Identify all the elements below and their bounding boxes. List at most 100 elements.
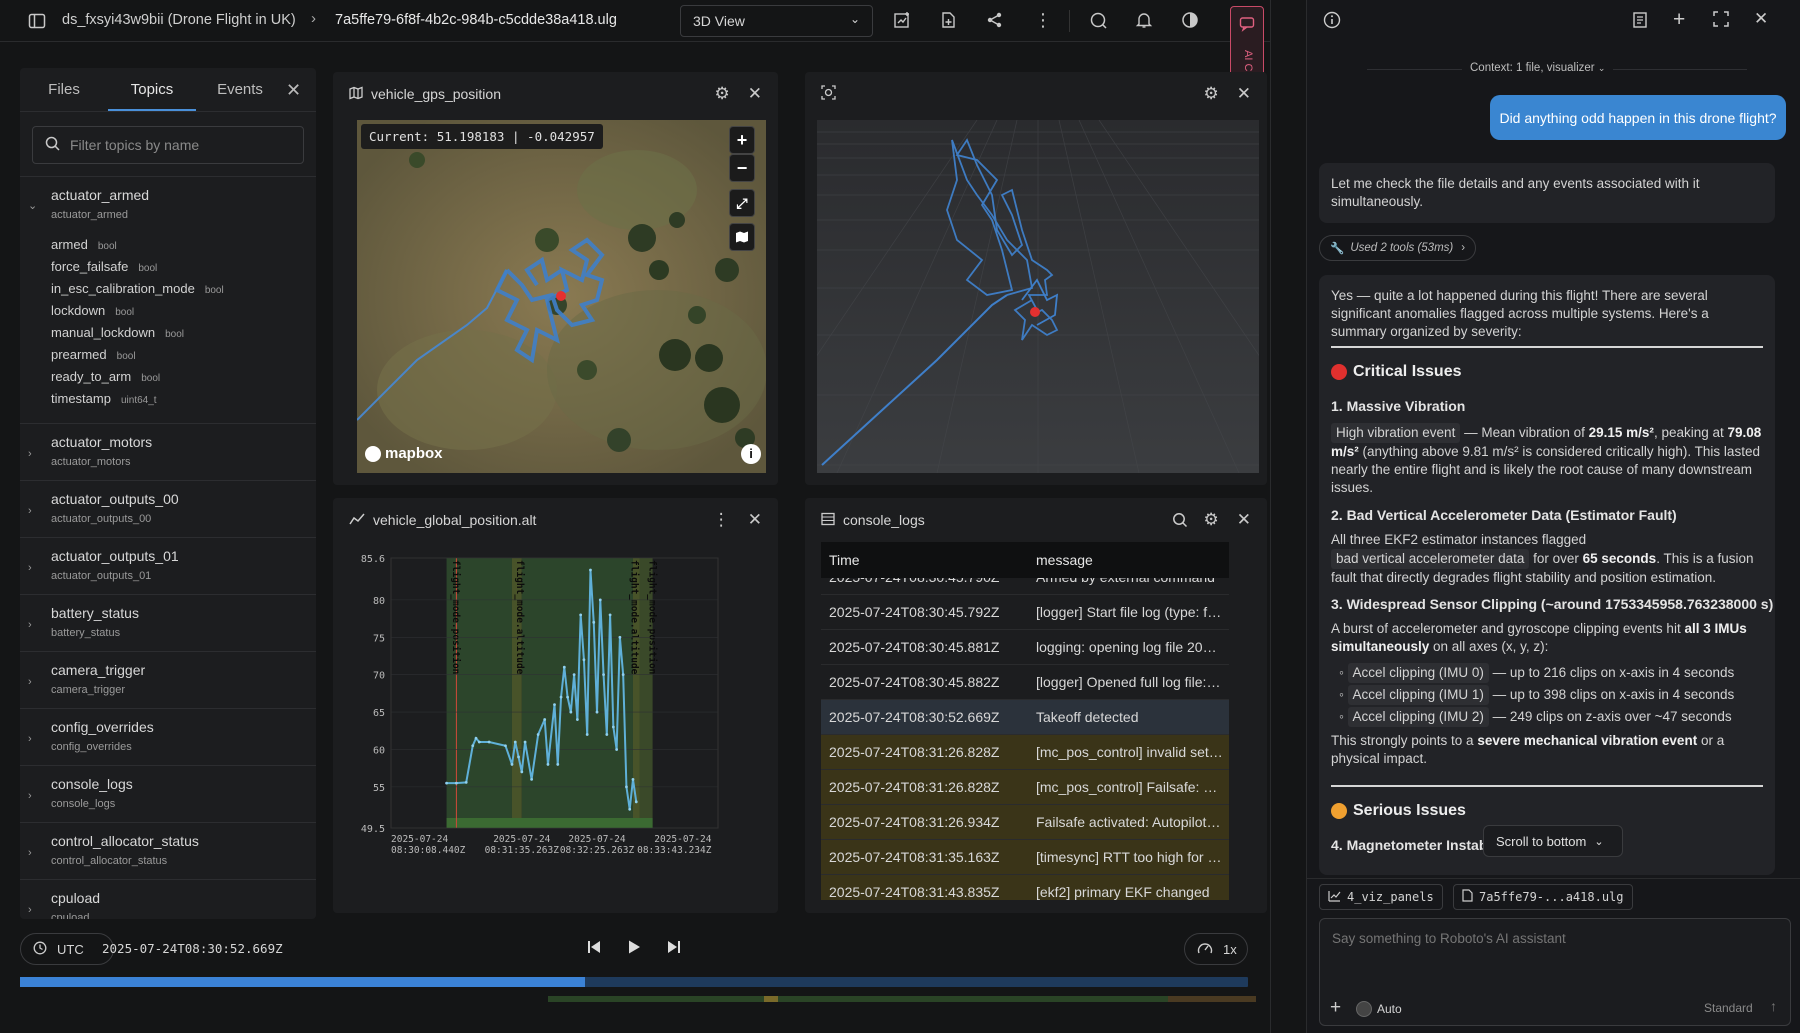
chat-input[interactable]: [1320, 919, 1790, 989]
playback-speed-button[interactable]: 1x: [1184, 933, 1248, 965]
table-row-warning[interactable]: 2025-07-24T08:31:35.163Z [timesync] RTT t…: [821, 840, 1229, 875]
breadcrumb-dataset[interactable]: ds_fxsyi43w9bii (Drone Flight in UK): [62, 12, 296, 28]
data-point: [517, 755, 520, 759]
mode-selector[interactable]: Standard: [1704, 1001, 1753, 1015]
topic-item[interactable]: › actuator_motors actuator_motors: [20, 423, 316, 480]
scroll-to-bottom-button[interactable]: Scroll to bottom ⌄: [1483, 825, 1623, 857]
expand-icon[interactable]: [1713, 11, 1729, 30]
sidebar-toggle-icon[interactable]: [28, 12, 46, 30]
close-icon[interactable]: ✕: [748, 84, 762, 104]
field-item[interactable]: lockdown bool: [51, 303, 134, 318]
close-icon[interactable]: ✕: [1237, 84, 1251, 104]
search-icon[interactable]: [1172, 512, 1188, 528]
table-row-warning[interactable]: 2025-07-24T08:31:26.934Z Failsafe activat…: [821, 805, 1229, 840]
topic-filter-input[interactable]: [70, 137, 290, 153]
topic-item[interactable]: › control_allocator_status control_allocat…: [20, 822, 316, 879]
issue-1-body: High vibration event — Mean vibration of…: [1331, 423, 1762, 495]
y-tick-label: 70: [373, 671, 385, 682]
timezone-toggle[interactable]: UTC: [20, 933, 114, 965]
more-vertical-icon[interactable]: ⋮: [1034, 10, 1052, 31]
gear-icon[interactable]: ⚙: [715, 84, 730, 104]
camera-focus-icon[interactable]: [821, 85, 836, 103]
fit-bounds-button[interactable]: ⤢: [730, 190, 754, 216]
field-item[interactable]: force_failsafe bool: [51, 259, 157, 274]
table-row-warning[interactable]: 2025-07-24T08:31:26.828Z [mc_pos_control]…: [821, 770, 1229, 805]
context-chip-panels[interactable]: 4_viz_panels: [1319, 884, 1443, 910]
topic-item[interactable]: › console_logs console_logs: [20, 765, 316, 822]
send-arrow-icon[interactable]: ↑: [1770, 998, 1777, 1014]
chevron-down-icon[interactable]: ⌄: [28, 199, 37, 212]
share-icon[interactable]: [986, 11, 1004, 29]
attach-plus-icon[interactable]: +: [1330, 997, 1341, 1019]
map-style-button[interactable]: [730, 224, 754, 250]
data-point: [625, 785, 628, 789]
topic-item[interactable]: › actuator_outputs_00 actuator_outputs_00: [20, 480, 316, 537]
field-item[interactable]: ready_to_arm bool: [51, 369, 160, 384]
close-icon[interactable]: ✕: [286, 80, 301, 101]
auto-toggle[interactable]: Auto: [1356, 999, 1402, 1019]
add-chart-icon[interactable]: [893, 11, 911, 29]
theme-toggle-icon[interactable]: [1181, 11, 1199, 29]
data-point: [608, 613, 612, 617]
data-point: [543, 718, 547, 721]
field-item[interactable]: prearmed bool: [51, 347, 136, 362]
altitude-chart[interactable]: flight_mode.position flight_mode.altitude…: [333, 542, 778, 913]
search-icon[interactable]: [1089, 11, 1108, 30]
close-icon[interactable]: ✕: [748, 510, 762, 530]
context-chip-file[interactable]: 7a5ffe79-...a418.ulg: [1453, 884, 1633, 910]
table-row[interactable]: 2025-07-24T08:30:45.792Z [logger] Start f…: [821, 595, 1229, 630]
table-row-warning[interactable]: 2025-07-24T08:31:43.835Z [ekf2] primary E…: [821, 875, 1229, 900]
field-item[interactable]: in_esc_calibration_mode bool: [51, 281, 224, 296]
data-point: [510, 763, 514, 766]
field-item[interactable]: timestamp uint64_t: [51, 391, 157, 406]
3d-viewport[interactable]: [817, 120, 1259, 473]
table-row[interactable]: 2025-07-24T08:30:45.881Z logging: opening…: [821, 630, 1229, 665]
close-icon[interactable]: ✕: [1237, 510, 1251, 530]
info-icon[interactable]: [1323, 11, 1341, 32]
tab-files[interactable]: Files: [20, 68, 108, 111]
table-row-selected[interactable]: 2025-07-24T08:30:52.669Z Takeoff detected: [821, 700, 1229, 735]
column-header-time[interactable]: Time: [821, 552, 1036, 568]
context-selector[interactable]: Context: 1 file, visualizer ⌄: [1462, 62, 1614, 74]
topic-item[interactable]: › battery_status battery_status: [20, 594, 316, 651]
history-icon[interactable]: [1631, 11, 1649, 32]
data-point: [605, 733, 609, 736]
column-header-message[interactable]: message: [1036, 552, 1093, 568]
add-file-icon[interactable]: [939, 11, 957, 29]
play-icon[interactable]: [626, 939, 642, 958]
zoom-in-button[interactable]: +: [730, 127, 754, 153]
topic-item[interactable]: › config_overrides config_overrides: [20, 708, 316, 765]
topic-item[interactable]: › actuator_outputs_01 actuator_outputs_01: [20, 537, 316, 594]
data-point: [504, 744, 507, 748]
close-icon[interactable]: ✕: [1754, 9, 1768, 29]
y-tick-label: 75: [373, 633, 385, 644]
tab-topics[interactable]: Topics: [108, 68, 196, 111]
skip-forward-icon[interactable]: [666, 939, 682, 958]
field-item[interactable]: armed bool: [51, 237, 117, 252]
topic-item[interactable]: › camera_trigger camera_trigger: [20, 651, 316, 708]
breadcrumb-file[interactable]: 7a5ffe79-6f8f-4b2c-984b-c5cdde38a418.ulg: [335, 12, 617, 28]
table-row[interactable]: 2025-07-24T08:30:45.882Z [logger] Opened …: [821, 665, 1229, 700]
x-tick-label: 2025-07-24: [568, 834, 625, 845]
table-row-warning[interactable]: 2025-07-24T08:31:26.828Z [mc_pos_control]…: [821, 735, 1229, 770]
tab-events[interactable]: Events: [196, 68, 284, 111]
y-tick-label: 55: [373, 783, 385, 794]
gear-icon[interactable]: ⚙: [1204, 510, 1219, 530]
issue-2-body: All three EKF2 estimator instances flagg…: [1331, 532, 1754, 585]
timeline-scrubber[interactable]: [20, 977, 1248, 987]
skip-back-icon[interactable]: [586, 939, 602, 958]
view-select[interactable]: 3D View ⌄: [680, 5, 873, 37]
data-point: [592, 620, 596, 624]
more-vertical-icon[interactable]: ⋮: [713, 510, 730, 530]
info-icon[interactable]: i: [741, 444, 761, 464]
chevron-right-icon: ›: [28, 790, 32, 802]
assistant-message: Let me check the file details and any ev…: [1319, 163, 1775, 223]
tools-used-chip[interactable]: 🔧 Used 2 tools (53ms) ›: [1319, 235, 1477, 261]
gear-icon[interactable]: ⚙: [1204, 84, 1219, 104]
zoom-out-button[interactable]: −: [730, 155, 754, 181]
bell-icon[interactable]: [1135, 11, 1153, 29]
map-view[interactable]: Current: 51.198183 | -0.042957 + − ⤢ map…: [357, 120, 766, 473]
topic-item[interactable]: › cpuload cpuload: [20, 879, 316, 919]
field-item[interactable]: manual_lockdown bool: [51, 325, 184, 340]
new-chat-icon[interactable]: +: [1673, 8, 1685, 32]
